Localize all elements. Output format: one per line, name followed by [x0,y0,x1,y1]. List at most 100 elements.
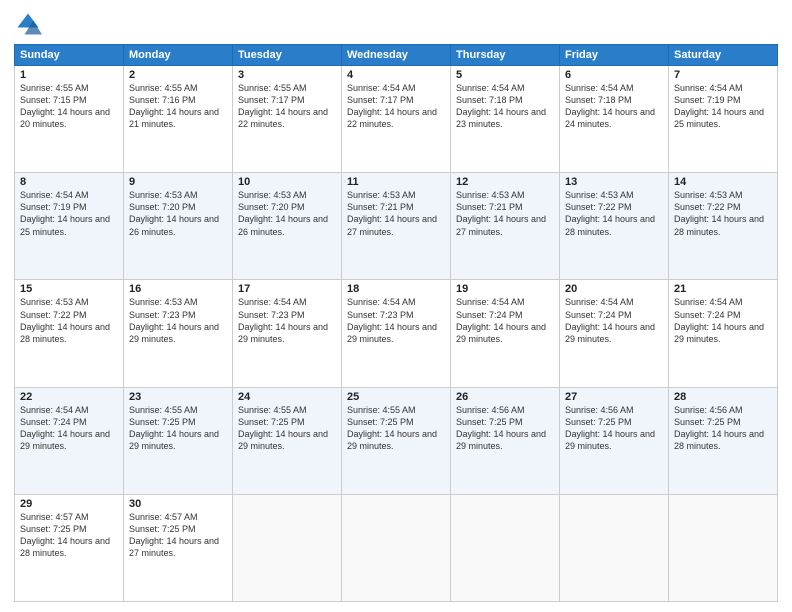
calendar-cell: 1 Sunrise: 4:55 AM Sunset: 7:15 PM Dayli… [15,66,124,173]
day-info: Sunrise: 4:53 AM Sunset: 7:20 PM Dayligh… [129,189,227,238]
day-info: Sunrise: 4:54 AM Sunset: 7:24 PM Dayligh… [565,296,663,345]
calendar-header-monday: Monday [124,45,233,66]
day-number: 23 [129,391,227,403]
calendar-cell [451,494,560,601]
day-info: Sunrise: 4:55 AM Sunset: 7:25 PM Dayligh… [347,404,445,453]
calendar-cell: 16 Sunrise: 4:53 AM Sunset: 7:23 PM Dayl… [124,280,233,387]
day-info: Sunrise: 4:55 AM Sunset: 7:17 PM Dayligh… [238,82,336,131]
calendar-cell: 7 Sunrise: 4:54 AM Sunset: 7:19 PM Dayli… [669,66,778,173]
day-info: Sunrise: 4:54 AM Sunset: 7:24 PM Dayligh… [20,404,118,453]
calendar-cell: 21 Sunrise: 4:54 AM Sunset: 7:24 PM Dayl… [669,280,778,387]
calendar-cell: 3 Sunrise: 4:55 AM Sunset: 7:17 PM Dayli… [233,66,342,173]
calendar-cell: 10 Sunrise: 4:53 AM Sunset: 7:20 PM Dayl… [233,173,342,280]
day-number: 2 [129,69,227,81]
day-info: Sunrise: 4:57 AM Sunset: 7:25 PM Dayligh… [129,511,227,560]
day-info: Sunrise: 4:56 AM Sunset: 7:25 PM Dayligh… [674,404,772,453]
day-info: Sunrise: 4:53 AM Sunset: 7:23 PM Dayligh… [129,296,227,345]
calendar-week-5: 29 Sunrise: 4:57 AM Sunset: 7:25 PM Dayl… [15,494,778,601]
calendar-header-saturday: Saturday [669,45,778,66]
day-info: Sunrise: 4:54 AM Sunset: 7:24 PM Dayligh… [674,296,772,345]
calendar-cell: 18 Sunrise: 4:54 AM Sunset: 7:23 PM Dayl… [342,280,451,387]
day-number: 28 [674,391,772,403]
calendar-cell [669,494,778,601]
calendar-header-row: SundayMondayTuesdayWednesdayThursdayFrid… [15,45,778,66]
calendar-week-3: 15 Sunrise: 4:53 AM Sunset: 7:22 PM Dayl… [15,280,778,387]
day-info: Sunrise: 4:53 AM Sunset: 7:20 PM Dayligh… [238,189,336,238]
day-number: 19 [456,283,554,295]
calendar-table: SundayMondayTuesdayWednesdayThursdayFrid… [14,44,778,602]
day-number: 12 [456,176,554,188]
day-info: Sunrise: 4:55 AM Sunset: 7:25 PM Dayligh… [238,404,336,453]
calendar-cell: 13 Sunrise: 4:53 AM Sunset: 7:22 PM Dayl… [560,173,669,280]
day-number: 30 [129,498,227,510]
day-number: 5 [456,69,554,81]
day-number: 20 [565,283,663,295]
calendar-cell: 26 Sunrise: 4:56 AM Sunset: 7:25 PM Dayl… [451,387,560,494]
day-number: 24 [238,391,336,403]
day-number: 4 [347,69,445,81]
calendar-cell: 14 Sunrise: 4:53 AM Sunset: 7:22 PM Dayl… [669,173,778,280]
day-number: 3 [238,69,336,81]
day-number: 26 [456,391,554,403]
calendar-cell: 28 Sunrise: 4:56 AM Sunset: 7:25 PM Dayl… [669,387,778,494]
calendar-cell: 19 Sunrise: 4:54 AM Sunset: 7:24 PM Dayl… [451,280,560,387]
calendar-header-friday: Friday [560,45,669,66]
day-number: 7 [674,69,772,81]
day-info: Sunrise: 4:54 AM Sunset: 7:19 PM Dayligh… [20,189,118,238]
calendar-cell: 17 Sunrise: 4:54 AM Sunset: 7:23 PM Dayl… [233,280,342,387]
day-info: Sunrise: 4:56 AM Sunset: 7:25 PM Dayligh… [456,404,554,453]
logo [14,10,46,38]
calendar-header-thursday: Thursday [451,45,560,66]
calendar-body: 1 Sunrise: 4:55 AM Sunset: 7:15 PM Dayli… [15,66,778,602]
calendar-week-4: 22 Sunrise: 4:54 AM Sunset: 7:24 PM Dayl… [15,387,778,494]
calendar-cell: 6 Sunrise: 4:54 AM Sunset: 7:18 PM Dayli… [560,66,669,173]
calendar-cell: 4 Sunrise: 4:54 AM Sunset: 7:17 PM Dayli… [342,66,451,173]
calendar-cell: 20 Sunrise: 4:54 AM Sunset: 7:24 PM Dayl… [560,280,669,387]
day-number: 17 [238,283,336,295]
day-number: 18 [347,283,445,295]
day-number: 10 [238,176,336,188]
day-number: 11 [347,176,445,188]
day-info: Sunrise: 4:53 AM Sunset: 7:21 PM Dayligh… [456,189,554,238]
day-info: Sunrise: 4:53 AM Sunset: 7:22 PM Dayligh… [565,189,663,238]
day-info: Sunrise: 4:55 AM Sunset: 7:25 PM Dayligh… [129,404,227,453]
page: SundayMondayTuesdayWednesdayThursdayFrid… [0,0,792,612]
calendar-cell: 30 Sunrise: 4:57 AM Sunset: 7:25 PM Dayl… [124,494,233,601]
calendar-cell: 24 Sunrise: 4:55 AM Sunset: 7:25 PM Dayl… [233,387,342,494]
calendar-cell [342,494,451,601]
day-number: 27 [565,391,663,403]
day-info: Sunrise: 4:57 AM Sunset: 7:25 PM Dayligh… [20,511,118,560]
day-info: Sunrise: 4:54 AM Sunset: 7:18 PM Dayligh… [565,82,663,131]
day-number: 21 [674,283,772,295]
day-number: 22 [20,391,118,403]
day-number: 1 [20,69,118,81]
calendar-cell: 23 Sunrise: 4:55 AM Sunset: 7:25 PM Dayl… [124,387,233,494]
day-info: Sunrise: 4:56 AM Sunset: 7:25 PM Dayligh… [565,404,663,453]
calendar-cell: 22 Sunrise: 4:54 AM Sunset: 7:24 PM Dayl… [15,387,124,494]
day-info: Sunrise: 4:53 AM Sunset: 7:22 PM Dayligh… [674,189,772,238]
day-info: Sunrise: 4:54 AM Sunset: 7:23 PM Dayligh… [238,296,336,345]
day-info: Sunrise: 4:54 AM Sunset: 7:17 PM Dayligh… [347,82,445,131]
day-number: 25 [347,391,445,403]
day-number: 15 [20,283,118,295]
calendar-cell: 12 Sunrise: 4:53 AM Sunset: 7:21 PM Dayl… [451,173,560,280]
calendar-cell: 5 Sunrise: 4:54 AM Sunset: 7:18 PM Dayli… [451,66,560,173]
day-info: Sunrise: 4:54 AM Sunset: 7:19 PM Dayligh… [674,82,772,131]
day-info: Sunrise: 4:54 AM Sunset: 7:23 PM Dayligh… [347,296,445,345]
day-number: 9 [129,176,227,188]
day-number: 29 [20,498,118,510]
calendar-cell [560,494,669,601]
day-number: 6 [565,69,663,81]
day-info: Sunrise: 4:55 AM Sunset: 7:15 PM Dayligh… [20,82,118,131]
calendar-cell: 27 Sunrise: 4:56 AM Sunset: 7:25 PM Dayl… [560,387,669,494]
calendar-header-wednesday: Wednesday [342,45,451,66]
calendar-cell [233,494,342,601]
day-number: 8 [20,176,118,188]
day-info: Sunrise: 4:53 AM Sunset: 7:21 PM Dayligh… [347,189,445,238]
calendar-cell: 15 Sunrise: 4:53 AM Sunset: 7:22 PM Dayl… [15,280,124,387]
calendar-cell: 2 Sunrise: 4:55 AM Sunset: 7:16 PM Dayli… [124,66,233,173]
calendar-cell: 29 Sunrise: 4:57 AM Sunset: 7:25 PM Dayl… [15,494,124,601]
day-info: Sunrise: 4:53 AM Sunset: 7:22 PM Dayligh… [20,296,118,345]
day-info: Sunrise: 4:54 AM Sunset: 7:18 PM Dayligh… [456,82,554,131]
header [14,10,778,38]
